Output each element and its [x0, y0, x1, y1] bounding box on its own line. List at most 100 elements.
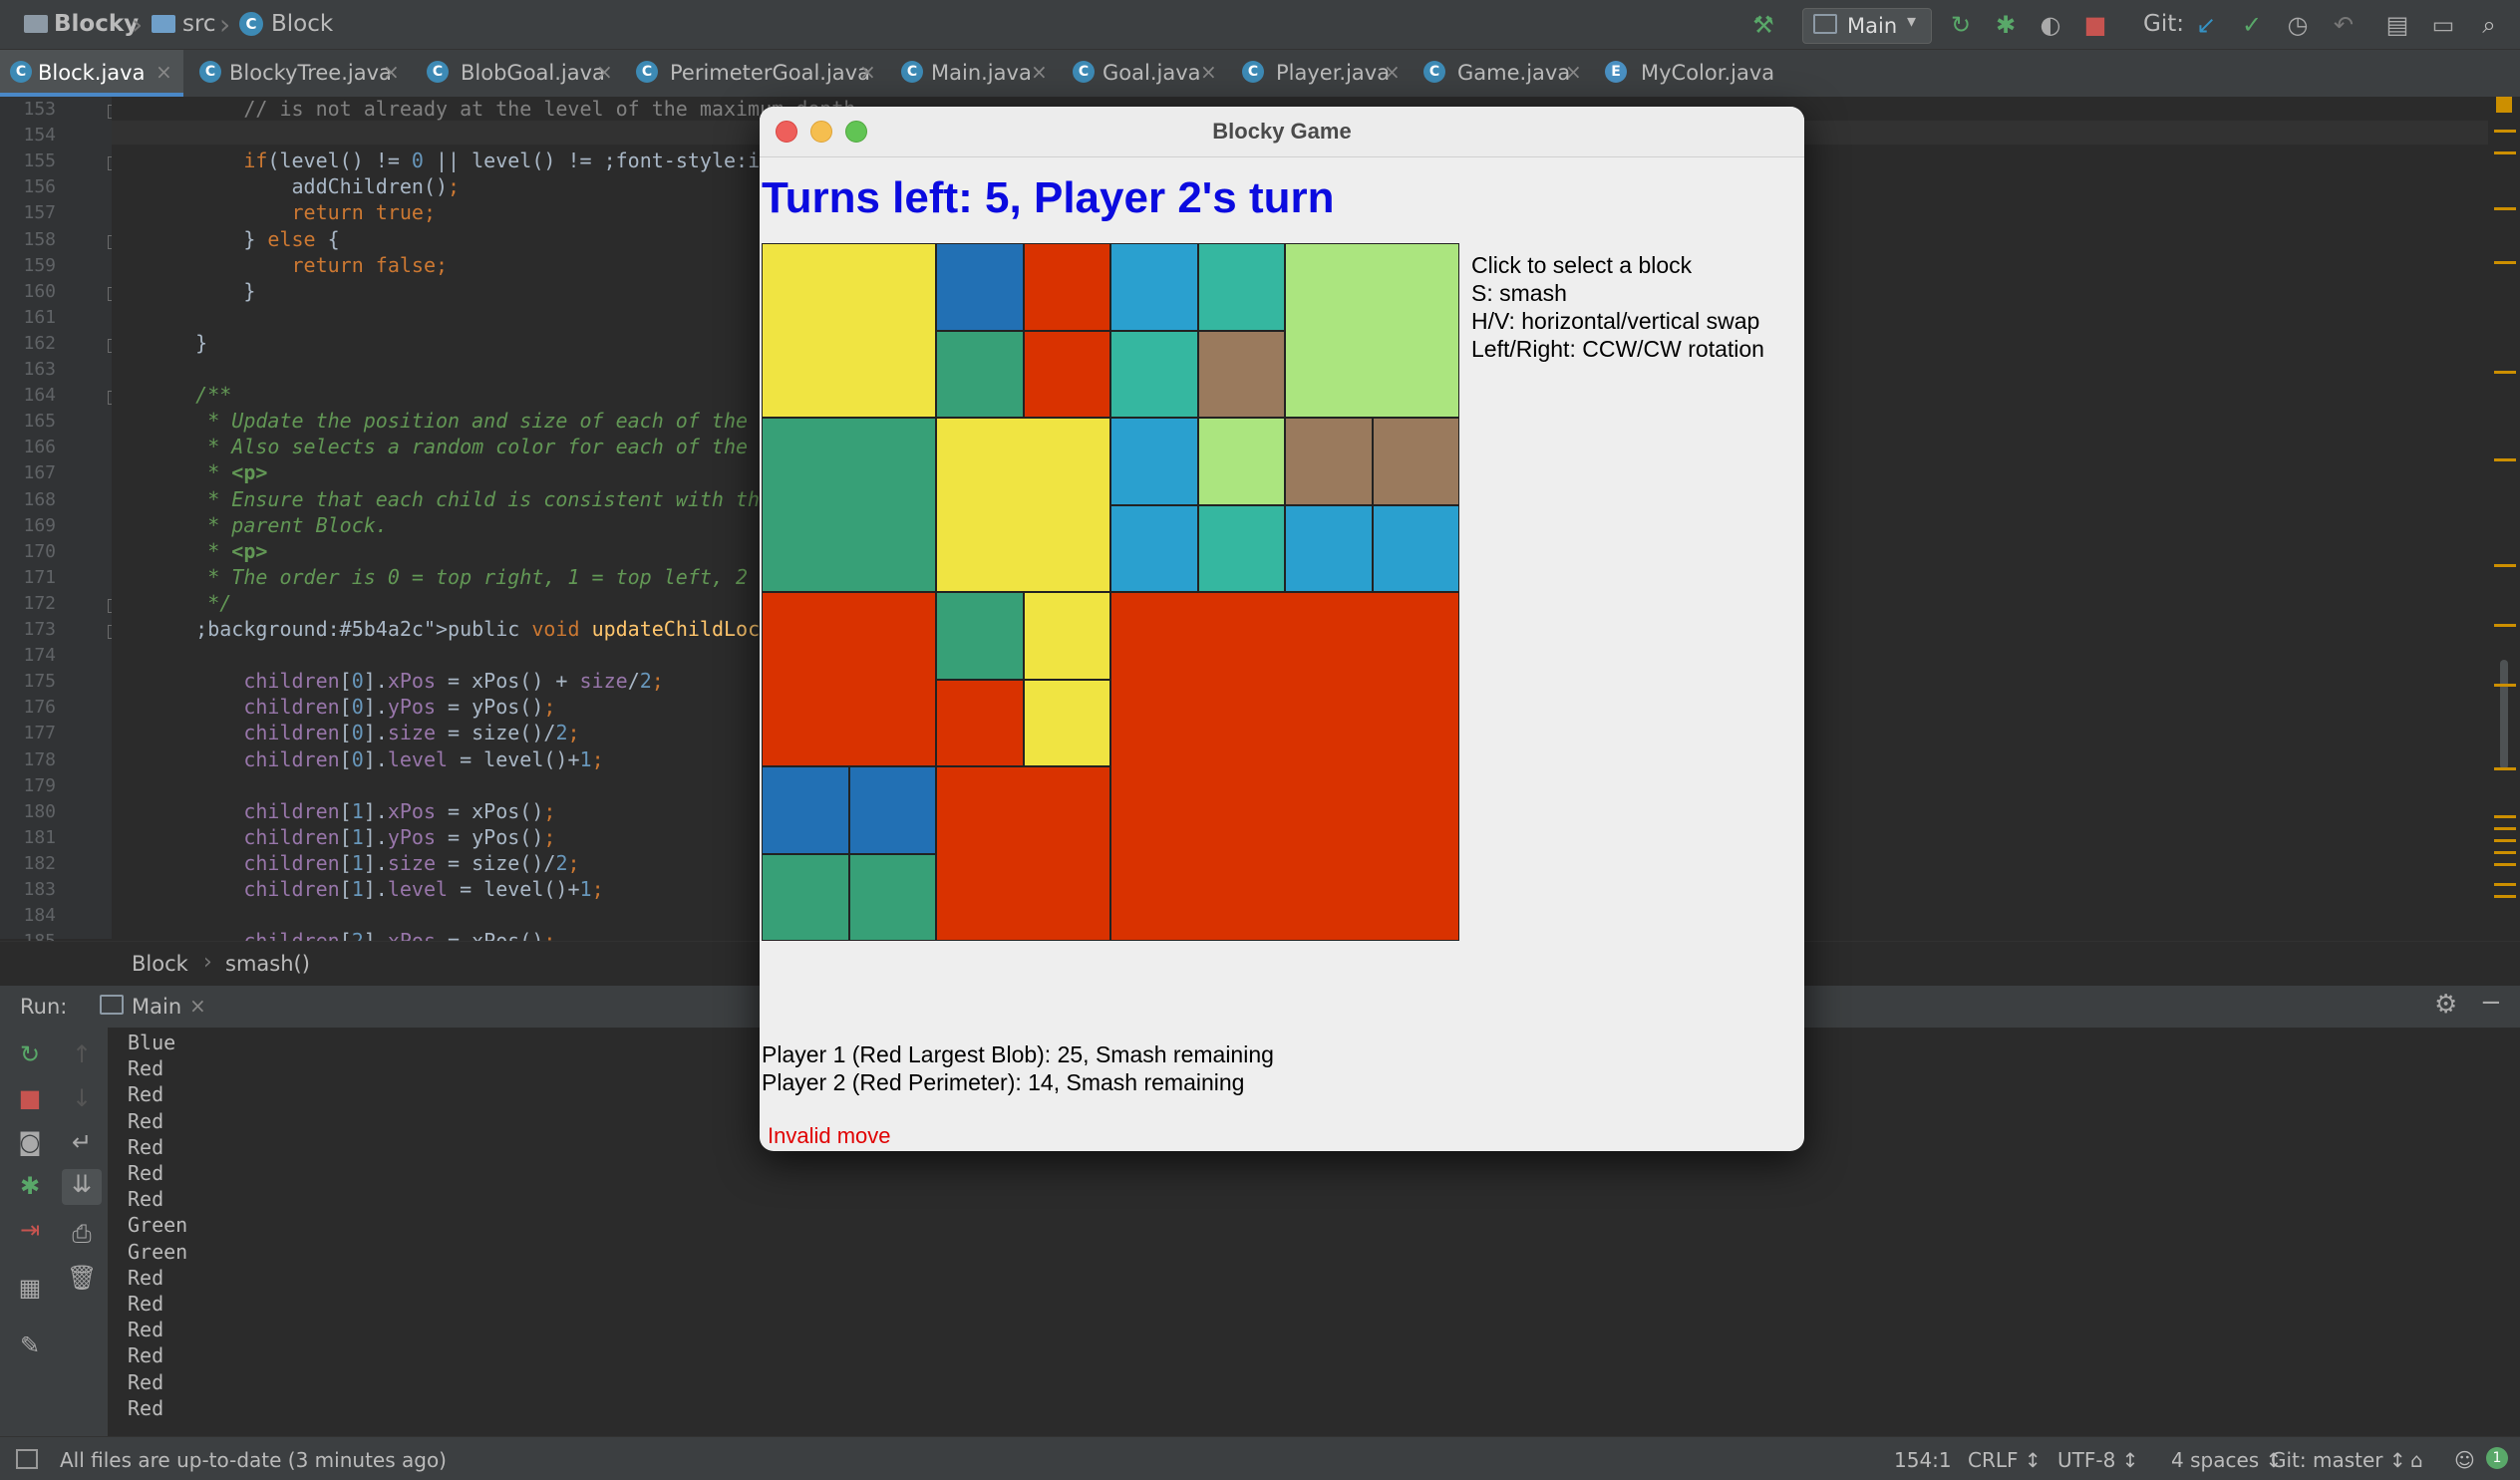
- rerun-icon[interactable]: ↻: [15, 1039, 45, 1069]
- block-red[interactable]: [936, 679, 1024, 766]
- block-green[interactable]: [762, 853, 849, 941]
- search-icon[interactable]: ⌕: [2476, 12, 2502, 38]
- close-icon[interactable]: ×: [1565, 60, 1582, 84]
- arrow-down-icon[interactable]: ↓: [67, 1083, 97, 1113]
- warning-marker[interactable]: [2494, 624, 2516, 627]
- exit-icon[interactable]: ⇥: [15, 1215, 45, 1245]
- tab-perimetergoal-java[interactable]: C PerimeterGoal.java ×: [626, 50, 885, 97]
- warning-marker[interactable]: [2494, 207, 2516, 210]
- arrow-up-icon[interactable]: ↑: [67, 1039, 97, 1069]
- close-icon[interactable]: ×: [596, 60, 613, 84]
- rerun-icon[interactable]: ↻: [1948, 12, 1974, 38]
- print-icon[interactable]: ⎙: [67, 1219, 97, 1249]
- block-red[interactable]: [762, 592, 936, 766]
- build-hammer-icon[interactable]: ⚒: [1750, 12, 1776, 38]
- close-icon[interactable]: ×: [1384, 60, 1401, 84]
- crumb-method[interactable]: smash(): [225, 952, 310, 976]
- camera-icon[interactable]: ◙: [15, 1127, 45, 1157]
- block-green[interactable]: [762, 418, 936, 592]
- close-icon[interactable]: ×: [383, 60, 400, 84]
- git-commit-icon[interactable]: ✓: [2239, 12, 2265, 38]
- window-titlebar[interactable]: Blocky Game: [760, 107, 1804, 157]
- warning-marker[interactable]: [2494, 851, 2516, 854]
- indent-setting[interactable]: 4 spaces ↕: [2171, 1448, 2282, 1472]
- block-brown[interactable]: [1285, 418, 1373, 505]
- breadcrumb-project[interactable]: Blocky: [54, 11, 139, 37]
- project-structure-icon[interactable]: ▤: [2384, 12, 2410, 38]
- warning-marker[interactable]: [2494, 684, 2516, 687]
- git-rollback-icon[interactable]: ↶: [2331, 12, 2357, 38]
- inspection-status-icon[interactable]: [2496, 97, 2512, 113]
- tab-blobgoal-java[interactable]: C BlobGoal.java ×: [417, 50, 620, 97]
- warning-marker[interactable]: [2494, 815, 2516, 818]
- warning-marker[interactable]: [2494, 564, 2516, 567]
- scroll-to-end-icon[interactable]: ⇊: [62, 1169, 102, 1205]
- tab-main-java[interactable]: C Main.java ×: [891, 50, 1057, 97]
- block-skyblue[interactable]: [1110, 243, 1198, 331]
- block-blue[interactable]: [762, 766, 849, 854]
- gear-icon[interactable]: ⚙: [2434, 990, 2457, 1020]
- block-green[interactable]: [936, 592, 1024, 680]
- soft-wrap-icon[interactable]: ↵: [67, 1127, 97, 1157]
- block-lightgreen[interactable]: [1197, 418, 1285, 505]
- warning-marker[interactable]: [2494, 130, 2516, 133]
- warning-marker[interactable]: [2494, 371, 2516, 374]
- close-icon[interactable]: ×: [156, 60, 172, 84]
- breadcrumb-folder[interactable]: src: [182, 11, 216, 37]
- tab-blockytree-java[interactable]: C BlockyTree.java ×: [189, 50, 411, 97]
- minimize-icon[interactable]: −: [2480, 988, 2502, 1018]
- game-board[interactable]: [762, 243, 1459, 941]
- presentation-icon[interactable]: ▭: [2430, 12, 2456, 38]
- stop-icon[interactable]: ■: [15, 1083, 45, 1113]
- block-teal[interactable]: [1197, 504, 1285, 592]
- block-brown[interactable]: [1197, 330, 1285, 418]
- block-green[interactable]: [848, 853, 936, 941]
- block-blue[interactable]: [848, 766, 936, 854]
- block-teal[interactable]: [1110, 330, 1198, 418]
- tab-goal-java[interactable]: C Goal.java ×: [1063, 50, 1226, 97]
- caret-position[interactable]: 154:1: [1894, 1448, 1952, 1472]
- notifications-badge[interactable]: 1: [2486, 1447, 2508, 1469]
- trash-icon[interactable]: 🗑: [67, 1263, 97, 1293]
- block-skyblue[interactable]: [1110, 504, 1198, 592]
- block-brown[interactable]: [1372, 418, 1459, 505]
- warning-marker[interactable]: [2494, 827, 2516, 830]
- pin-icon[interactable]: ✎: [15, 1331, 45, 1360]
- stop-icon[interactable]: ■: [2082, 12, 2108, 38]
- coverage-icon[interactable]: ◐: [2038, 12, 2063, 38]
- lock-icon[interactable]: ⌂: [2410, 1448, 2423, 1472]
- git-history-icon[interactable]: ◷: [2285, 12, 2311, 38]
- close-icon[interactable]: ×: [189, 994, 206, 1018]
- file-encoding[interactable]: UTF-8 ↕: [2057, 1448, 2138, 1472]
- block-teal[interactable]: [1197, 243, 1285, 331]
- warning-marker[interactable]: [2494, 151, 2516, 154]
- block-red[interactable]: [1023, 330, 1110, 418]
- breadcrumb-file[interactable]: Block: [271, 11, 333, 37]
- tab-block-java[interactable]: C Block.java ×: [0, 50, 183, 97]
- block-red[interactable]: [1023, 243, 1110, 331]
- git-branch[interactable]: Git: master ↕: [2271, 1448, 2406, 1472]
- block-red[interactable]: [1110, 592, 1459, 941]
- block-yellow[interactable]: [1023, 592, 1110, 680]
- block-green[interactable]: [936, 330, 1024, 418]
- tab-mycolor-java[interactable]: E MyColor.java: [1595, 50, 1804, 97]
- crumb-class[interactable]: Block: [132, 952, 188, 976]
- debug-bug-icon[interactable]: ✱: [15, 1171, 45, 1201]
- warning-marker[interactable]: [2494, 458, 2516, 461]
- warning-marker[interactable]: [2494, 767, 2516, 770]
- git-update-icon[interactable]: ↙: [2193, 12, 2219, 38]
- editor-scrollbar[interactable]: [2488, 97, 2520, 939]
- block-skyblue[interactable]: [1372, 504, 1459, 592]
- tab-game-java[interactable]: C Game.java ×: [1414, 50, 1589, 97]
- close-icon[interactable]: ×: [1031, 60, 1048, 84]
- warning-marker[interactable]: [2494, 839, 2516, 842]
- block-blue[interactable]: [936, 243, 1024, 331]
- block-yellow[interactable]: [1023, 679, 1110, 766]
- close-icon[interactable]: ×: [1200, 60, 1217, 84]
- warning-marker[interactable]: [2494, 863, 2516, 866]
- warning-marker[interactable]: [2494, 883, 2516, 886]
- block-red[interactable]: [936, 766, 1110, 941]
- run-tab-main[interactable]: Main: [132, 995, 181, 1019]
- toggle-panels-icon[interactable]: [16, 1449, 38, 1469]
- warning-marker[interactable]: [2494, 261, 2516, 264]
